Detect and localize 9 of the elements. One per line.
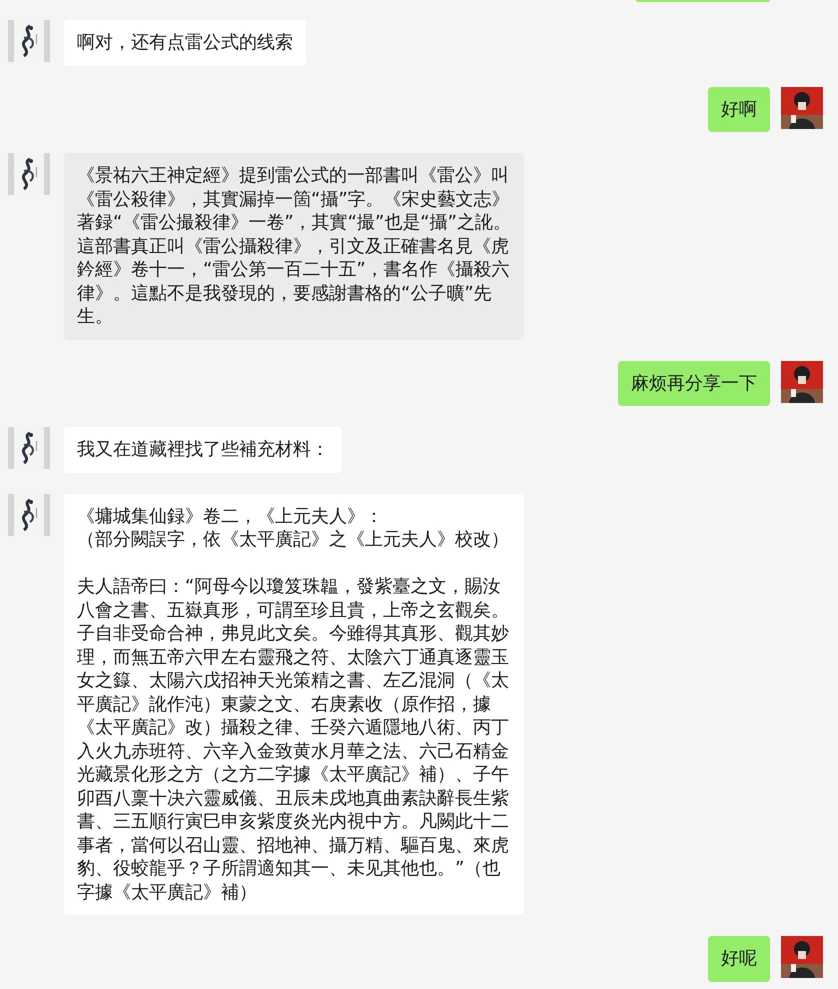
message-bubble[interactable]: 好啊 (708, 86, 770, 132)
message-bubble[interactable]: 我又在道藏裡找了些補充材料： (64, 427, 342, 472)
heading-line: 《墉城集仙録》卷二，《上元夫人》： (77, 504, 384, 528)
message-text: 夫人語帝曰：“阿母今以瓊笈珠韞，發紫臺之文，賜汝八會之書、五嶽真形，可謂至珍且貴，上帝之玄觀矣。子自非受命合神，弗見此文矣。今雖得其真形、觀其妙理，而無五帝六甲左右靈飛之符、太陰六丁通真逐靈玉女之籙、太陽六戊招神天光策精之書、左乙混洞（《太平廣記》訛作沌）東蒙之文、右庚素收（原作招，據《太平廣記》改）攝殺之律、壬癸六遁隱地八術、丙丁入火九赤班符、六辛入金致黄水月華之法、六己石精金光藏景化形之方（之方二字據《太平廣記》補）、子午卯酉八稟十决六靈威儀、丑辰未戌地真曲素訣辭長生紫書、三五順行寅巳申亥紫度炎光内視中方。凡闕此十二事者，當何以召山靈、招地神、攝万精、驅百鬼、來虎豹、役蛟龍乎？子所謂適知其一、未见其他也。”（也字據《太平廣記》補） (77, 575, 510, 904)
message-bubble[interactable]: 《景祐六王神定經》提到雷公式的一部書叫《雷公》叫《雷公殺律》，其實漏掉一箇“攝”字。《宋史藝文志》著録“《雷公撮殺律》一卷”，其實“撮”也是“攝”之訛。這部書真正叫《雷公攝殺律》，引文及正確書名見《虎鈐經》卷十一，“雷公第一百二十五”，書名作《攝殺六律》。這點不是我發現的，要感謝書格的“公子曠”先生。 (64, 153, 524, 340)
message-bubble[interactable]: 啊对，还有点雷公式的线索 (64, 20, 306, 66)
message-bubble[interactable]: 好呢 (708, 936, 770, 982)
message-bubble[interactable]: 麻烦再分享一下 (618, 360, 770, 406)
heading-line: （部分闕誤字，依《太平廣記》之《上元夫人》校改） (77, 528, 510, 552)
